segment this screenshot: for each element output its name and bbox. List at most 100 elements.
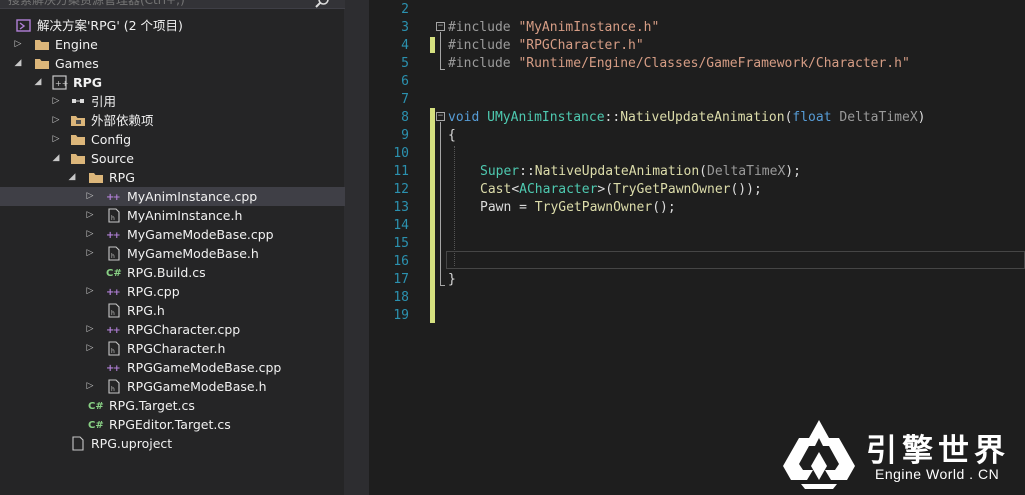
function-name: NativeUpdateAnimation (534, 164, 700, 179)
include-directive: #include (448, 56, 519, 71)
tree-item-label: RPG.cpp (127, 284, 180, 299)
collapse-arrow-icon[interactable]: ▷ (50, 130, 62, 149)
paren: ( (699, 164, 707, 179)
tree-item[interactable]: ◢ ++ RPG (0, 73, 345, 92)
tree-item[interactable]: ◢ Games (0, 54, 345, 73)
angle-bracket: >( (597, 182, 614, 197)
line-number: 14 (393, 218, 409, 233)
tree-item[interactable]: C# RPGEditor.Target.cs (0, 415, 345, 434)
tree-item[interactable]: h RPG.h (0, 301, 345, 320)
tree-item[interactable]: ▷ + + RPG.cpp (0, 282, 345, 301)
expand-arrow-icon[interactable]: ◢ (50, 149, 62, 168)
change-marker (430, 108, 435, 323)
code-line-8[interactable]: void UMyAnimInstance::NativeUpdateAnimat… (448, 109, 925, 127)
collapse-arrow-icon[interactable]: ▷ (50, 92, 62, 111)
tree-item-label: RPGCharacter.cpp (127, 322, 241, 337)
tree-item[interactable]: ▷ Engine (0, 35, 345, 54)
tree-item[interactable]: ▷ 外部依赖项 (0, 111, 345, 130)
csharp-file-icon: C# (88, 398, 104, 413)
expand-arrow-icon[interactable]: ◢ (12, 54, 24, 73)
search-icon[interactable] (314, 0, 330, 9)
code-line-13[interactable]: Pawn = TryGetPawnOwner(); (480, 199, 676, 217)
tree-item[interactable]: + + RPGGameModeBase.cpp (0, 358, 345, 377)
collapse-arrow-icon[interactable]: ▷ (84, 320, 96, 339)
code-line-17[interactable]: } (448, 271, 456, 289)
expand-arrow-icon[interactable]: ◢ (32, 73, 44, 92)
tree-item-label: RPG.h (127, 303, 165, 318)
include-directive: #include (448, 38, 519, 53)
tree-item[interactable]: 解决方案'RPG' (2 个项目) (0, 16, 345, 35)
variable: Pawn = (480, 200, 535, 215)
tree-item-label: RPGCharacter.h (127, 341, 226, 356)
tree-item[interactable]: ▷ 引用 (0, 92, 345, 111)
collapse-arrow-icon[interactable]: ▷ (84, 187, 96, 206)
code-line-4[interactable]: #include "RPGCharacter.h" (448, 37, 644, 55)
code-line-5[interactable]: #include "Runtime/Engine/Classes/GameFra… (448, 55, 910, 73)
collapse-icon[interactable]: − (436, 112, 445, 121)
tree-item[interactable]: C# RPG.Target.cs (0, 396, 345, 415)
line-number: 12 (393, 182, 409, 197)
collapse-icon[interactable]: − (436, 22, 445, 31)
tree-item-label: RPG.Build.cs (127, 265, 206, 280)
tree-item[interactable]: C# RPG.Build.cs (0, 263, 345, 282)
tree-item-label: RPG.Target.cs (109, 398, 195, 413)
tree-item-label: RPGGameModeBase.h (127, 379, 267, 394)
include-path: "RPGCharacter.h" (518, 38, 644, 53)
line-number: 13 (393, 200, 409, 215)
line-number: 2 (401, 2, 409, 17)
code-editor[interactable]: 2 3 4 5 6 7 8 9 10 11 12 13 14 15 16 17 18 19 − − #includ… (369, 0, 1025, 495)
search-input[interactable] (8, 0, 298, 8)
function-name: Cast (480, 182, 512, 197)
tree-item-label: Engine (55, 37, 98, 52)
expand-arrow-icon[interactable]: ◢ (66, 168, 78, 187)
collapse-arrow-icon[interactable]: ▷ (50, 111, 62, 130)
line-number: 3 (401, 20, 409, 35)
code-line-3[interactable]: #include "MyAnimInstance.h" (448, 19, 659, 37)
tree-item[interactable]: ▷ + + MyGameModeBase.cpp (0, 225, 345, 244)
code-line-11[interactable]: Super::NativeUpdateAnimation(DeltaTimeX)… (480, 163, 801, 181)
collapse-arrow-icon[interactable]: ▷ (84, 244, 96, 263)
tree-item-label: RPG.uproject (91, 436, 173, 451)
class-name: Super (480, 164, 520, 179)
collapse-arrow-icon[interactable]: ▷ (84, 377, 96, 396)
tree-item[interactable]: ◢ RPG (0, 168, 345, 187)
engine-world-logo (783, 420, 855, 489)
line-number: 4 (401, 38, 409, 53)
tree-item[interactable]: ▷ Config (0, 130, 345, 149)
tree-item[interactable]: ◢ Source (0, 149, 345, 168)
tree-item-label: Source (91, 151, 134, 166)
cpp-project-icon: ++ (52, 75, 68, 90)
svg-text:C#: C# (88, 401, 104, 412)
tree-item[interactable]: ▷ + + MyAnimInstance.cpp (0, 187, 345, 206)
tree-item[interactable]: ▷ + + RPGCharacter.cpp (0, 320, 345, 339)
svg-text:+: + (113, 193, 121, 203)
collapse-arrow-icon[interactable]: ▷ (84, 339, 96, 358)
panel-separator[interactable] (345, 0, 369, 495)
fold-line (440, 69, 445, 70)
paren: ); (785, 164, 801, 179)
svg-text:+: + (113, 231, 121, 241)
cpp-file-icon: + + (106, 360, 122, 375)
tree-item-label: RPG (73, 75, 103, 90)
code-line-12[interactable]: Cast<ACharacter>(TryGetPawnOwner()); (480, 181, 762, 199)
folder-icon (34, 37, 50, 52)
collapse-arrow-icon[interactable]: ▷ (84, 282, 96, 301)
code-line-9[interactable]: { (448, 127, 456, 145)
include-directive: #include (448, 20, 519, 35)
tree-item[interactable]: ▷ h RPGGameModeBase.h (0, 377, 345, 396)
tree-item[interactable]: ▷ h MyGameModeBase.h (0, 244, 345, 263)
svg-text:h: h (111, 215, 115, 222)
collapse-arrow-icon[interactable]: ▷ (12, 35, 24, 54)
solution-search-box[interactable] (0, 0, 345, 9)
parameter: DeltaTimeX (707, 164, 786, 179)
tree-item[interactable]: ▷ h MyAnimInstance.h (0, 206, 345, 225)
collapse-arrow-icon[interactable]: ▷ (84, 225, 96, 244)
svg-text:+: + (113, 288, 121, 298)
collapse-arrow-icon[interactable]: ▷ (84, 206, 96, 225)
solution-explorer-panel: 解决方案'RPG' (2 个项目)▷Engine◢Games◢++RPG▷引用▷… (0, 0, 345, 495)
tree-item[interactable]: ▷ h RPGCharacter.h (0, 339, 345, 358)
line-number: 9 (401, 128, 409, 143)
function-name: TryGetPawnOwner (534, 200, 653, 215)
tree-item[interactable]: RPG.uproject (0, 434, 345, 453)
header-file-icon: h (106, 246, 122, 261)
